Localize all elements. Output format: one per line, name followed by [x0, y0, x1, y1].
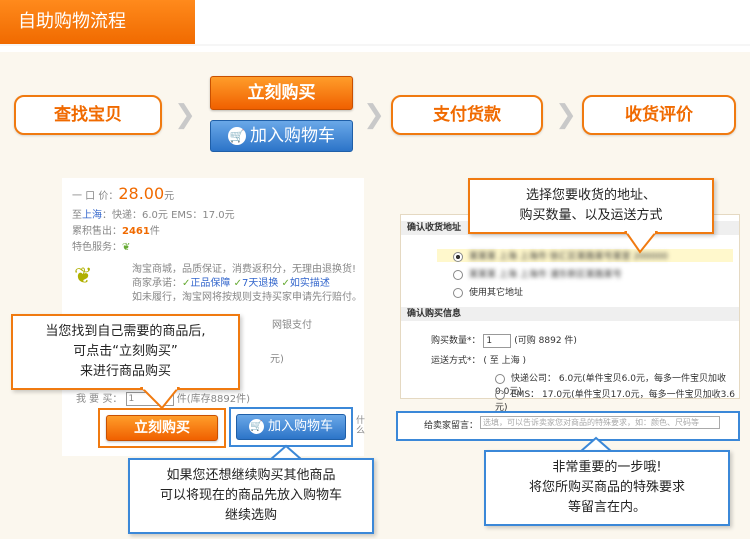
callout-line: 如果您还想继续购买其他商品 [166, 468, 336, 483]
step-review: 收货评价 [582, 95, 736, 135]
radio[interactable] [453, 287, 463, 298]
radio[interactable] [495, 389, 505, 400]
address-row-2[interactable]: 某某某 上海 上海市 浦东新区某路某号 [453, 267, 622, 280]
callout-line: 将您所购买商品的特殊要求 [528, 480, 685, 495]
order-qty-label: 购买数量*： [431, 336, 481, 346]
address-option-other: 使用其它地址 [469, 288, 524, 298]
stock-text: 件(库存8892件) [176, 394, 250, 405]
ship-method-label: 运送方式*： [431, 356, 481, 366]
price-unit: 元 [164, 191, 175, 202]
cart-icon: 🛒 [248, 419, 264, 434]
title-underline [0, 44, 750, 46]
service-icon: ❦ [122, 242, 131, 253]
seller-note-label: 给卖家留言： [424, 421, 479, 431]
callout-line: 可以将现在的商品先放入购物车 [159, 488, 342, 503]
callout-line: 购买数量、以及运送方式 [519, 208, 663, 223]
add-to-cart-label: 加入购物车 [267, 419, 333, 434]
buy-now-button[interactable]: 立刻购买 [106, 415, 218, 441]
ship-ems-row[interactable]: EMS： 17.0元(单件宝贝17.0元，每多一件宝贝加收3.6元) [495, 387, 739, 413]
callout-line: 等留言在内。 [567, 500, 646, 515]
qty-label: 我 要 买： [76, 394, 123, 405]
service-label: 特色服务： [72, 242, 122, 253]
ship-region-link[interactable]: 上海 [82, 210, 102, 221]
callout-pointer [624, 230, 658, 254]
callout-line: 来进行商品购买 [79, 364, 171, 379]
step-pay: 支付货款 [391, 95, 543, 135]
callout-line: 选择您要收货的地址、 [525, 188, 656, 203]
callout-pointer [140, 386, 180, 410]
order-qty-stock: (可购 8892 件) [514, 336, 577, 346]
ship-detail: ：快递：6.0元 EMS：17.0元 [102, 210, 235, 221]
order-qty-input[interactable]: 1 [483, 333, 512, 348]
promise-line-3: 如未履行，淘宝网将按规则支持买家申请先行赔付。 [132, 292, 362, 303]
selected-address-row[interactable]: 某某某 上海 上海市 徐汇区某路某号某室 200000 [437, 249, 733, 262]
purchase-section-header: 确认购买信息 [401, 307, 739, 321]
sold-label: 累积售出： [72, 226, 122, 237]
price-value: 28.00 [118, 184, 165, 203]
sold-unit: 件 [149, 226, 160, 237]
address-option-2: 某某某 上海 上海市 浦东新区某路某号 [469, 270, 622, 280]
address-callout: 选择您要收货的地址、 购买数量、以及运送方式 [468, 178, 714, 234]
step-add-cart-label: 加入购物车 [250, 126, 335, 146]
promise-line-1: 淘宝商城，品质保证，消费返积分，无理由退换货! [132, 264, 357, 275]
step-buy-now-button: 立刻购买 [210, 76, 353, 110]
seller-note-callout: 非常重要的一步哦! 将您所购买商品的特殊要求 等留言在内。 [484, 450, 730, 526]
step-find: 查找宝贝 [14, 95, 162, 135]
sold-count: 2461 [122, 226, 150, 237]
address-row-other[interactable]: 使用其它地址 [453, 285, 523, 298]
price-label: 一 口 价： [72, 191, 119, 202]
mall-logo-icon: ❦ [74, 264, 93, 289]
ship-destination: ( 至 上海 ) [483, 356, 526, 366]
seller-note-input[interactable]: 选填，可以告诉卖家您对商品的特殊要求，如：颜色、尺码等 [480, 416, 720, 429]
bank-pay-text: 网银支付 [272, 320, 312, 331]
seller-note-frame: 给卖家留言： 选填，可以告诉卖家您对商品的特殊要求，如：颜色、尺码等 [396, 411, 740, 441]
ship-from-label: 至 [72, 210, 82, 221]
add-to-cart-callout: 如果您还想继续购买其他商品 可以将现在的商品先放入购物车 继续选购 [128, 458, 374, 534]
order-form-panel: 确认收货地址 某某某 上海 上海市 徐汇区某路某号某室 200000 某某某 上… [400, 214, 740, 413]
step-add-cart-button: 🛒 加入购物车 [210, 120, 353, 152]
radio[interactable] [453, 269, 463, 280]
arrow-right-icon: ❯ [174, 100, 196, 130]
callout-line: 当您找到自己需要的商品后, [45, 324, 206, 339]
radio[interactable] [495, 373, 505, 384]
page-title: 自助购物流程 [0, 0, 195, 44]
arrow-right-icon: ❯ [555, 100, 577, 130]
partial-price-text: 元) [270, 354, 284, 365]
cart-icon: 🛒 [228, 127, 246, 145]
arrow-right-icon: ❯ [363, 100, 385, 130]
buy-now-callout: 当您找到自己需要的商品后, 可点击“立刻购买” 来进行商品购买 [11, 314, 240, 390]
add-to-cart-button[interactable]: 🛒 加入购物车 [236, 414, 346, 440]
callout-line: 非常重要的一步哦! [552, 460, 662, 475]
radio-selected[interactable] [453, 251, 463, 262]
callout-line: 可点击“立刻购买” [73, 344, 178, 359]
cut-off-text: 什么 [356, 416, 366, 436]
ship-ems-option: EMS： 17.0元(单件宝贝17.0元，每多一件宝贝加收3.6元) [495, 390, 735, 413]
callout-line: 继续选购 [224, 508, 277, 523]
